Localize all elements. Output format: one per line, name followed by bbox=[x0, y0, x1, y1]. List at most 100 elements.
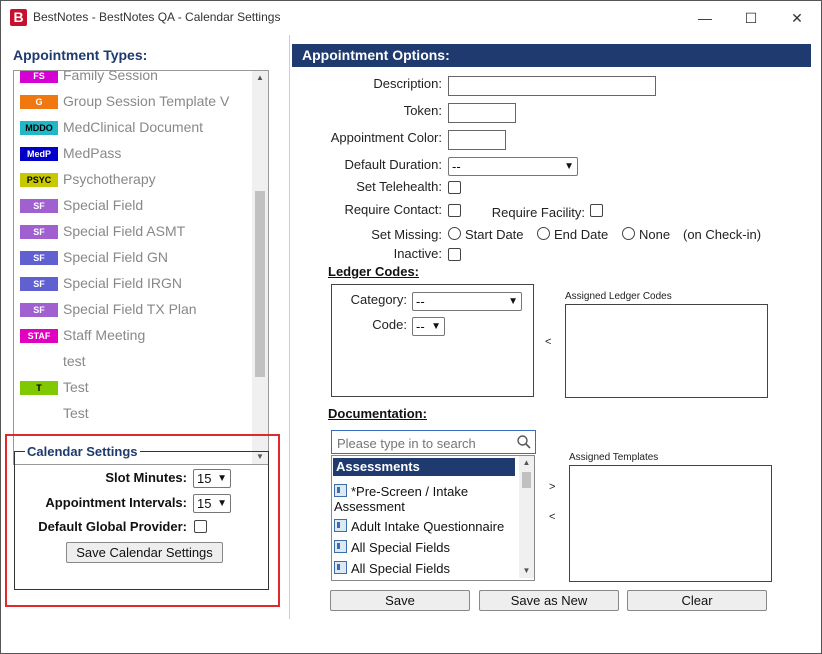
code-label: Code: bbox=[372, 317, 407, 332]
template-item[interactable]: Adult Intake Questionnaire bbox=[334, 519, 514, 534]
slot-minutes-select[interactable]: 15 ▼ bbox=[193, 469, 231, 488]
default-duration-select[interactable]: -- ▼ bbox=[448, 157, 578, 176]
inactive-checkbox[interactable] bbox=[448, 248, 461, 261]
list-scrollbar[interactable]: ▲ ▼ bbox=[252, 71, 268, 464]
appointment-type-badge: SF bbox=[20, 199, 58, 213]
minimize-button[interactable]: — bbox=[683, 5, 727, 31]
require-contact-checkbox[interactable] bbox=[448, 204, 461, 217]
template-group-header: Assessments bbox=[333, 458, 515, 476]
appointment-intervals-value: 15 bbox=[197, 496, 212, 511]
appointment-type-name: MedClinical Document bbox=[63, 119, 204, 135]
appointment-type-item[interactable]: test bbox=[14, 349, 250, 375]
token-input[interactable] bbox=[448, 103, 516, 123]
appointment-type-item[interactable]: FS Family Session bbox=[14, 71, 250, 89]
template-item-label: All Special Fields bbox=[351, 561, 450, 576]
template-list[interactable]: Assessments *Pre-Screen / Intake Assessm… bbox=[331, 455, 535, 581]
inactive-label: Inactive: bbox=[393, 246, 442, 261]
token-label: Token: bbox=[403, 103, 442, 118]
appointment-type-item[interactable]: T Test bbox=[14, 375, 250, 401]
appointment-type-item[interactable]: PSYC Psychotherapy bbox=[14, 167, 250, 193]
default-global-provider-checkbox[interactable] bbox=[194, 520, 207, 533]
save-as-new-button[interactable]: Save as New bbox=[479, 590, 619, 611]
set-telehealth-checkbox[interactable] bbox=[448, 181, 461, 194]
end-date-label: End Date bbox=[554, 227, 609, 242]
appointment-color-input[interactable] bbox=[448, 130, 506, 150]
scroll-down-icon[interactable]: ▼ bbox=[519, 564, 534, 578]
document-icon bbox=[334, 519, 347, 532]
save-calendar-settings-button[interactable]: Save Calendar Settings bbox=[66, 542, 223, 563]
clear-button[interactable]: Clear bbox=[627, 590, 767, 611]
close-button[interactable]: ✕ bbox=[775, 5, 819, 31]
template-search-field[interactable] bbox=[331, 430, 536, 454]
category-value: -- bbox=[416, 294, 425, 309]
appointment-type-badge: MDDO bbox=[20, 121, 58, 135]
maximize-button[interactable]: ☐ bbox=[729, 5, 773, 31]
scrollbar-thumb[interactable] bbox=[522, 472, 531, 488]
appointment-type-item[interactable]: SF Special Field TX Plan bbox=[14, 297, 250, 323]
window-title: BestNotes - BestNotes QA - Calendar Sett… bbox=[33, 10, 281, 24]
default-global-provider-label: Default Global Provider: bbox=[38, 519, 187, 534]
appointment-type-badge: SF bbox=[20, 225, 58, 239]
appointment-type-name: MedPass bbox=[63, 145, 122, 161]
template-item[interactable]: All Special Fields bbox=[334, 561, 514, 576]
appointment-type-badge: PSYC bbox=[20, 173, 58, 187]
appointment-types-list[interactable]: Test T Test test STAF Staff Meeting SF Special … bbox=[13, 70, 269, 465]
ledger-codes-label: Ledger Codes: bbox=[328, 264, 420, 279]
save-button[interactable]: Save bbox=[330, 590, 470, 611]
appointment-type-name: test bbox=[63, 353, 86, 369]
appointment-type-name: Group Session Template V bbox=[63, 93, 230, 109]
category-label: Category: bbox=[350, 292, 407, 307]
template-search-input[interactable] bbox=[335, 433, 514, 453]
assigned-ledger-codes-list[interactable] bbox=[565, 304, 768, 398]
appointment-type-item[interactable]: SF Special Field GN bbox=[14, 245, 250, 271]
document-icon bbox=[334, 540, 347, 553]
chevron-down-icon: ▼ bbox=[431, 321, 441, 332]
appointment-type-name: Psychotherapy bbox=[63, 171, 156, 187]
appointment-type-name: Special Field IRGN bbox=[63, 275, 183, 291]
appointment-type-item[interactable]: G Group Session Template V bbox=[14, 89, 250, 115]
description-input[interactable] bbox=[448, 76, 656, 96]
bestnotes-logo: B bbox=[10, 9, 27, 26]
require-facility-label: Require Facility: bbox=[491, 205, 585, 220]
on-checkin-label: (on Check-in) bbox=[683, 227, 762, 242]
appointment-type-item[interactable]: Test bbox=[14, 401, 250, 427]
scroll-up-icon[interactable]: ▲ bbox=[252, 71, 268, 85]
description-label: Description: bbox=[373, 76, 442, 91]
assigned-templates-label: Assigned Templates bbox=[569, 452, 659, 463]
set-telehealth-label: Set Telehealth: bbox=[356, 179, 442, 194]
appointment-type-name: Special Field ASMT bbox=[63, 223, 186, 239]
panel-divider bbox=[289, 35, 290, 619]
search-icon bbox=[517, 435, 531, 449]
appointment-type-item[interactable]: STAF Staff Meeting bbox=[14, 323, 250, 349]
assigned-templates-list[interactable] bbox=[569, 465, 772, 582]
scrollbar-thumb[interactable] bbox=[255, 191, 265, 377]
document-icon bbox=[334, 484, 347, 497]
start-date-radio[interactable] bbox=[448, 227, 461, 240]
code-select[interactable]: -- ▼ bbox=[412, 317, 445, 336]
slot-minutes-value: 15 bbox=[197, 471, 212, 486]
require-facility-checkbox[interactable] bbox=[590, 204, 603, 217]
scroll-up-icon[interactable]: ▲ bbox=[519, 456, 534, 470]
end-date-radio[interactable] bbox=[537, 227, 550, 240]
template-list-scrollbar[interactable]: ▲ ▼ bbox=[519, 456, 534, 578]
assigned-ledger-codes-label: Assigned Ledger Codes bbox=[565, 291, 672, 302]
category-select[interactable]: -- ▼ bbox=[412, 292, 522, 311]
appointment-type-name: Test bbox=[63, 379, 89, 395]
appointment-type-item[interactable]: SF Special Field bbox=[14, 193, 250, 219]
none-radio[interactable] bbox=[622, 227, 635, 240]
appointment-intervals-select[interactable]: 15 ▼ bbox=[193, 494, 231, 513]
chevron-down-icon: ▼ bbox=[508, 296, 518, 307]
appointment-type-item[interactable]: MedP MedPass bbox=[14, 141, 250, 167]
template-item[interactable]: All Special Fields bbox=[334, 540, 514, 555]
template-item[interactable]: *Pre-Screen / Intake Assessment bbox=[334, 484, 514, 514]
appointment-type-item[interactable]: SF Special Field ASMT bbox=[14, 219, 250, 245]
calendar-settings-window: B BestNotes - BestNotes QA - Calendar Se… bbox=[0, 0, 822, 654]
appointment-type-item[interactable]: SF Special Field IRGN bbox=[14, 271, 250, 297]
appointment-type-name: Test bbox=[63, 405, 89, 421]
remove-ledger-code-button[interactable]: < bbox=[545, 336, 551, 348]
appointment-type-name: Special Field bbox=[63, 197, 144, 213]
remove-template-button[interactable]: < bbox=[549, 511, 555, 523]
appointment-type-badge: FS bbox=[20, 71, 58, 83]
appointment-type-item[interactable]: MDDO MedClinical Document bbox=[14, 115, 250, 141]
add-template-button[interactable]: > bbox=[549, 481, 555, 493]
